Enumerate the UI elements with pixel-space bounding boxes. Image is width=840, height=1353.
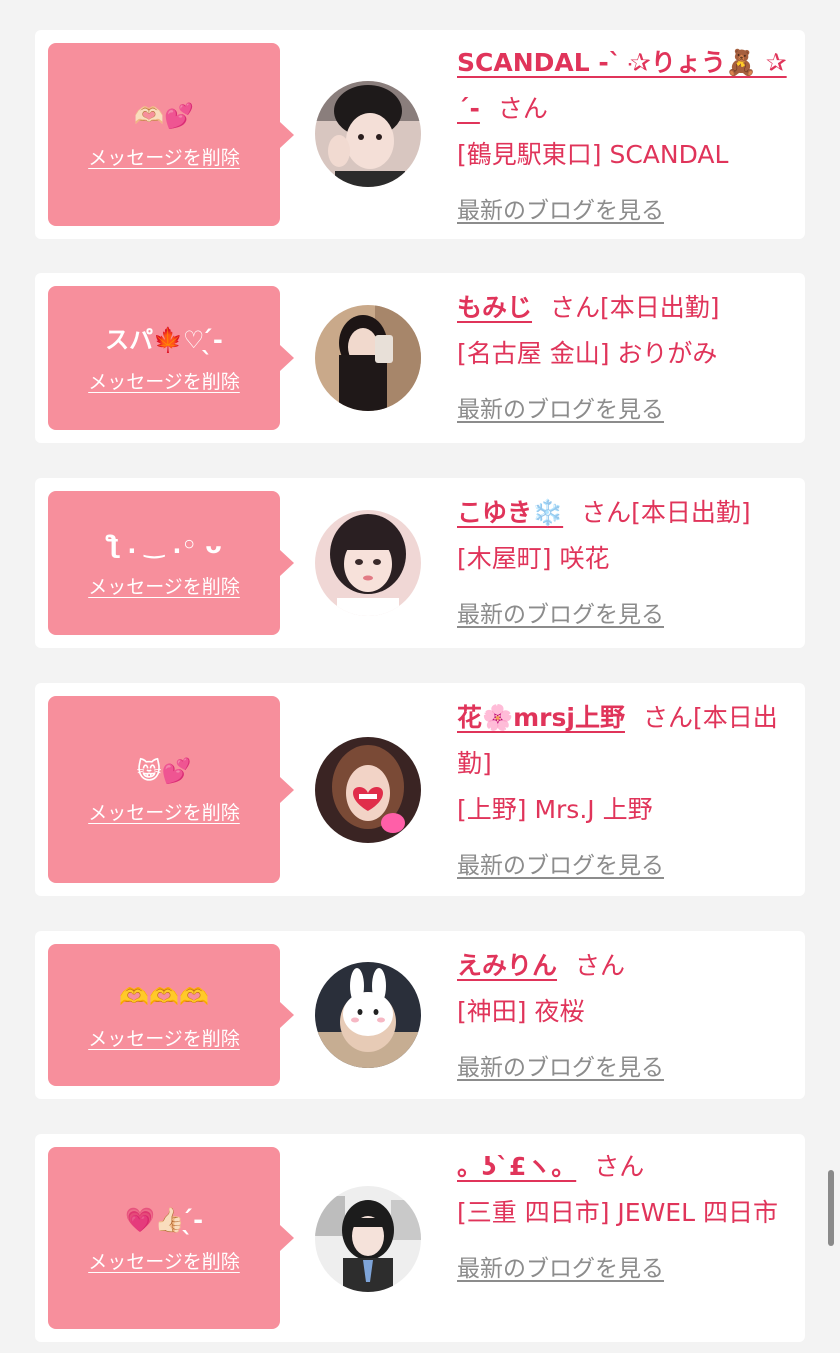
avatar-photo-icon bbox=[315, 305, 421, 411]
message-text: 😸💕 bbox=[136, 757, 192, 785]
honorific: さん bbox=[642, 703, 693, 732]
delete-message-link[interactable]: メッセージを削除 bbox=[88, 143, 240, 170]
avatar-photo-icon bbox=[315, 1186, 421, 1292]
view-latest-blog-link[interactable]: 最新のブログを見る bbox=[457, 1045, 664, 1091]
member-info: 。ʖˋ£ヽ。 さん [三重 四日市] JEWEL 四日市 最新のブログを見る bbox=[457, 1144, 793, 1292]
member-name-link[interactable]: もみじ bbox=[457, 293, 532, 322]
member-name-link[interactable]: 花🌸mrsj上野 bbox=[457, 703, 625, 732]
message-bubble: 🫶🫶🫶 メッセージを削除 bbox=[48, 944, 294, 1086]
shop-name: [木屋町] 咲花 bbox=[457, 544, 610, 573]
avatar[interactable] bbox=[315, 81, 421, 187]
message-bubble: 💗👍🏻 ̖́- メッセージを削除 bbox=[48, 1147, 294, 1329]
message-card: 🫶🫶🫶 メッセージを削除 えみりん さん [神田] 夜桜 最新のブログを見る bbox=[35, 931, 805, 1099]
message-text: 💗👍🏻 ̖́- bbox=[124, 1205, 204, 1234]
message-bubble: ƪ ․ ‿ .◦ ᴗ メッセージを削除 bbox=[48, 491, 294, 635]
shop-name: [名古屋 金山] おりがみ bbox=[457, 339, 718, 368]
message-card: 😸💕 メッセージを削除 花🌸mrsj上野 さん[本日出勤] [上野] Mrs.J … bbox=[35, 683, 805, 896]
member-name-link[interactable]: えみりん bbox=[457, 951, 557, 980]
member-info: こゆき❄️ さん[本日出勤] [木屋町] 咲花 最新のブログを見る bbox=[457, 490, 793, 638]
member-info: えみりん さん [神田] 夜桜 最新のブログを見る bbox=[457, 943, 793, 1091]
honorific: さん bbox=[550, 293, 601, 322]
message-card: 💗👍🏻 ̖́- メッセージを削除 。ʖˋ£ヽ。 さん [三重 四日市] JEWEL… bbox=[35, 1134, 805, 1342]
avatar[interactable] bbox=[315, 1186, 421, 1292]
delete-message-link[interactable]: メッセージを削除 bbox=[88, 1024, 240, 1051]
view-latest-blog-link[interactable]: 最新のブログを見る bbox=[457, 188, 664, 234]
vertical-scrollbar[interactable] bbox=[828, 1170, 834, 1246]
view-latest-blog-link[interactable]: 最新のブログを見る bbox=[457, 387, 664, 433]
shop-name: [神田] 夜桜 bbox=[457, 997, 585, 1026]
shop-name: [三重 四日市] JEWEL 四日市 bbox=[457, 1198, 778, 1227]
avatar[interactable] bbox=[315, 305, 421, 411]
member-name-link[interactable]: こゆき❄️ bbox=[457, 498, 563, 527]
avatar-photo-icon bbox=[315, 510, 421, 616]
shop-name: [上野] Mrs.J 上野 bbox=[457, 795, 653, 824]
delete-message-link[interactable]: メッセージを削除 bbox=[88, 798, 240, 825]
message-bubble: 🫶🏻💕 メッセージを削除 bbox=[48, 43, 294, 226]
message-text: スパ🍁♡ ̖́- bbox=[105, 325, 223, 354]
attendance-status: [本日出勤] bbox=[631, 498, 751, 527]
message-text: ƪ ․ ‿ .◦ ᴗ bbox=[106, 530, 222, 559]
avatar[interactable] bbox=[315, 510, 421, 616]
avatar-photo-icon bbox=[315, 962, 421, 1068]
view-latest-blog-link[interactable]: 最新のブログを見る bbox=[457, 843, 664, 889]
avatar[interactable] bbox=[315, 962, 421, 1068]
honorific: さん bbox=[581, 498, 632, 527]
shop-name: [鶴見駅東口] SCANDAL bbox=[457, 140, 729, 169]
attendance-status: [本日出勤] bbox=[600, 293, 720, 322]
member-name-link[interactable]: 。ʖˋ£ヽ。 bbox=[457, 1152, 576, 1181]
message-card: ƪ ․ ‿ .◦ ᴗ メッセージを削除 こゆき❄️ さん[本日出勤] [木屋町] … bbox=[35, 478, 805, 648]
message-bubble: スパ🍁♡ ̖́- メッセージを削除 bbox=[48, 286, 294, 430]
delete-message-link[interactable]: メッセージを削除 bbox=[88, 1247, 240, 1274]
avatar-photo-icon bbox=[315, 81, 421, 187]
message-text: 🫶🏻💕 bbox=[134, 102, 194, 130]
message-card: 🫶🏻💕 メッセージを削除 SCANDAL -`ּ ✰りょう🧸 ✰ ´- さん [鶴… bbox=[35, 30, 805, 239]
member-info: もみじ さん[本日出勤] [名古屋 金山] おりがみ 最新のブログを見る bbox=[457, 285, 793, 433]
member-info: 花🌸mrsj上野 さん[本日出勤] [上野] Mrs.J 上野 最新のブログを見る bbox=[457, 695, 793, 889]
view-latest-blog-link[interactable]: 最新のブログを見る bbox=[457, 592, 664, 638]
honorific: さん bbox=[575, 951, 626, 980]
message-bubble: 😸💕 メッセージを削除 bbox=[48, 696, 294, 883]
message-text: 🫶🫶🫶 bbox=[119, 982, 209, 1011]
delete-message-link[interactable]: メッセージを削除 bbox=[88, 572, 240, 599]
avatar-photo-icon bbox=[315, 737, 421, 843]
avatar[interactable] bbox=[315, 737, 421, 843]
delete-message-link[interactable]: メッセージを削除 bbox=[88, 367, 240, 394]
member-info: SCANDAL -`ּ ✰りょう🧸 ✰ ´- さん [鶴見駅東口] SCANDAL… bbox=[457, 40, 793, 234]
view-latest-blog-link[interactable]: 最新のブログを見る bbox=[457, 1246, 664, 1292]
message-card: スパ🍁♡ ̖́- メッセージを削除 もみじ さん[本日出勤] [名古屋 金山] お… bbox=[35, 273, 805, 443]
honorific: さん bbox=[497, 94, 548, 123]
honorific: さん bbox=[594, 1152, 645, 1181]
